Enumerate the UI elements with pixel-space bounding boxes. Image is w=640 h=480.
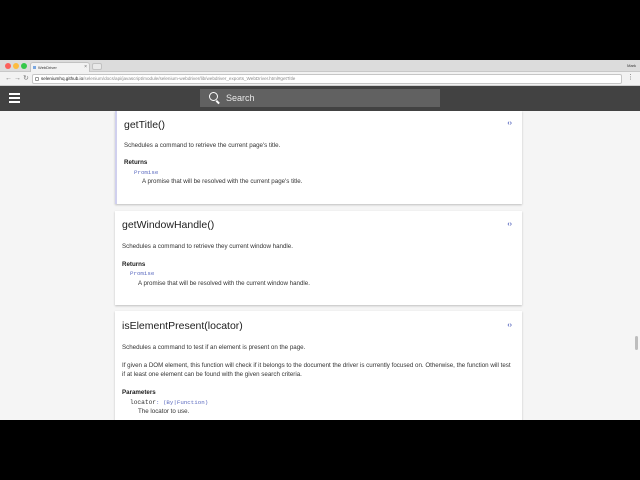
url-path: /selenium/docs/api/javascript/module/sel… — [83, 76, 296, 81]
letterbox-top — [0, 0, 640, 60]
code-toggle-icon[interactable]: ‹› — [507, 322, 512, 329]
tab-strip: WebDriver × Mark — [0, 60, 640, 72]
method-title: getWindowHandle() — [122, 219, 215, 231]
close-window-button[interactable] — [5, 63, 11, 69]
return-description: A promise that will be resolved with the… — [142, 178, 303, 185]
search-input[interactable]: Search — [200, 89, 440, 107]
method-description-detail: If given a DOM element, this function wi… — [122, 362, 511, 378]
method-title: isElementPresent(locator) — [122, 320, 243, 332]
hamburger-menu-icon[interactable] — [9, 93, 20, 103]
parameter-description: The locator to use. — [138, 408, 190, 415]
parameter-type-link[interactable]: : (By|Function) — [156, 399, 208, 406]
browser-menu-icon[interactable]: ⋮ — [627, 73, 634, 83]
main-content: getTitle() ‹› Schedules a command to ret… — [0, 111, 640, 420]
search-icon — [209, 92, 218, 101]
method-description: Schedules a command to retrieve the curr… — [124, 142, 281, 149]
profile-button[interactable]: Mark — [627, 62, 636, 70]
browser-window: WebDriver × Mark ← → ↻ seleniumhq.github… — [0, 60, 640, 420]
browser-toolbar: ← → ↻ seleniumhq.github.io/selenium/docs… — [0, 72, 640, 86]
code-toggle-icon[interactable]: ‹› — [507, 221, 512, 228]
letterbox-bottom — [0, 420, 640, 480]
back-arrow-icon[interactable]: ← — [5, 74, 12, 83]
maximize-window-button[interactable] — [21, 63, 27, 69]
site-header: Search — [0, 86, 640, 111]
lock-icon — [35, 77, 39, 81]
scrollbar-thumb[interactable] — [635, 336, 638, 350]
parameters-label: Parameters — [122, 389, 156, 396]
return-type-link[interactable]: Promise — [130, 270, 154, 277]
tab-title: WebDriver — [38, 65, 57, 70]
returns-label: Returns — [124, 159, 148, 166]
method-card-gettitle: getTitle() ‹› Schedules a command to ret… — [115, 111, 522, 204]
parameter-name: locator — [130, 399, 156, 406]
returns-label: Returns — [122, 261, 146, 268]
minimize-window-button[interactable] — [13, 63, 19, 69]
forward-arrow-icon[interactable]: → — [14, 74, 21, 83]
method-description: Schedules a command to test if an elemen… — [122, 344, 306, 351]
tab-close-icon[interactable]: × — [84, 63, 87, 72]
code-toggle-icon[interactable]: ‹› — [507, 120, 512, 127]
new-tab-button[interactable] — [92, 63, 102, 70]
reload-icon[interactable]: ↻ — [23, 74, 29, 83]
url-host: seleniumhq.github.io — [41, 76, 84, 81]
return-type-link[interactable]: Promise — [134, 169, 158, 176]
favicon-icon — [33, 66, 36, 69]
method-title: getTitle() — [124, 119, 166, 131]
address-bar[interactable]: seleniumhq.github.io/selenium/docs/api/j… — [32, 74, 622, 84]
search-placeholder: Search — [226, 93, 255, 103]
return-description: A promise that will be resolved with the… — [138, 280, 310, 287]
method-card-getwindowhandle: getWindowHandle() ‹› Schedules a command… — [115, 211, 522, 305]
method-card-iselementpresent: isElementPresent(locator) ‹› Schedules a… — [115, 311, 522, 420]
method-description: Schedules a command to retrieve they cur… — [122, 243, 293, 250]
browser-tab[interactable]: WebDriver × — [30, 62, 90, 72]
